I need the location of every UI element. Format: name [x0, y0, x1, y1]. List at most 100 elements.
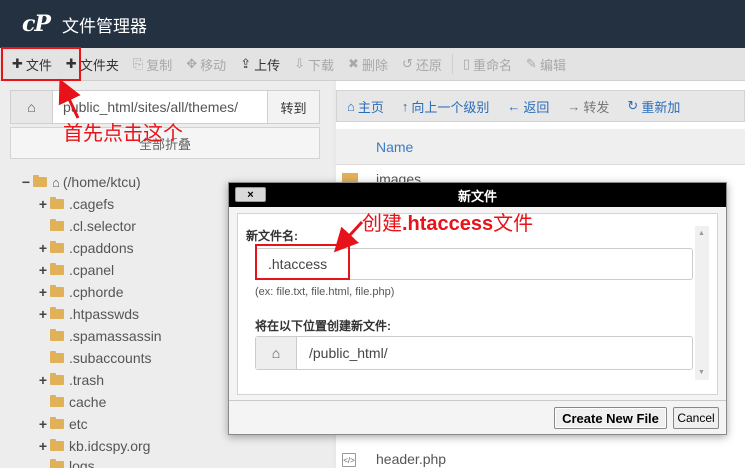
level-up-icon: ↑ — [401, 98, 409, 114]
expand-toggle[interactable]: + — [37, 262, 49, 278]
download-button[interactable]: ⇩ 下载 — [287, 48, 341, 81]
tree-item[interactable]: + .trash — [37, 369, 104, 391]
back-icon: ← — [507, 98, 521, 114]
edit-button[interactable]: ✎ 编辑 — [519, 48, 573, 81]
folder-icon — [50, 219, 64, 231]
upload-button[interactable]: ⇪ 上传 — [233, 48, 287, 81]
location-label: 将在以下位置创建新文件: — [255, 319, 391, 333]
tree-item[interactable]: + etc — [37, 413, 88, 435]
php-file-icon: </> — [342, 453, 356, 467]
folder-icon — [50, 439, 64, 451]
annotation-step2-suffix: 文件 — [493, 213, 534, 235]
forward-button[interactable]: → 转发 — [567, 97, 609, 116]
tree-item[interactable]: .cl.selector — [37, 215, 136, 237]
dialog-scrollbar[interactable]: ▲ ▼ — [695, 226, 709, 380]
toolbar-divider — [451, 54, 453, 74]
tree-item[interactable]: .spamassassin — [37, 325, 162, 347]
app-title: 文件管理器 — [61, 16, 147, 36]
up-one-level-button[interactable]: ↑ 向上一个级别 — [402, 97, 490, 116]
folder-icon — [50, 307, 64, 319]
home-icon: ⌂ — [347, 98, 355, 114]
tree-item-label: .cl.selector — [69, 218, 136, 234]
annotation-step1: 首先点击这个 — [63, 123, 183, 145]
tree-item-label: .cphorde — [69, 284, 124, 300]
folder-icon — [50, 329, 64, 341]
collapse-toggle[interactable]: − — [20, 174, 32, 190]
rename-button[interactable]: ▯ 重命名 — [456, 48, 519, 81]
filename-hint: (ex: file.txt, file.html, file.php) — [255, 286, 395, 298]
tree-item-root[interactable]: − ⌂ (/home/ktcu) — [20, 171, 141, 193]
annotation-step2-prefix: 创建 — [362, 213, 402, 235]
dialog-divider — [229, 400, 726, 401]
location-field: ⌂ /public_html/ — [255, 336, 693, 370]
reload-icon: ↻ — [627, 98, 639, 113]
tree-item-label: .trash — [69, 372, 105, 388]
tree-item[interactable]: cache — [37, 391, 106, 413]
go-button[interactable]: 转到 — [267, 91, 319, 123]
annotation-step2: 创建.htaccess文件 — [362, 207, 533, 236]
cancel-button[interactable]: Cancel — [673, 407, 719, 429]
tree-item-label: etc — [69, 416, 88, 432]
home-button[interactable]: ⌂ 主页 — [347, 97, 384, 116]
expand-toggle[interactable]: + — [37, 306, 49, 322]
forward-icon: → — [567, 98, 581, 114]
home-icon[interactable]: ⌂ — [11, 91, 53, 123]
move-icon: ✥ — [186, 56, 198, 71]
folder-open-icon — [33, 175, 47, 187]
restore-icon: ↺ — [401, 56, 413, 71]
folder-icon — [50, 459, 64, 468]
tree-item[interactable]: + .cphorde — [37, 281, 124, 303]
folder-icon — [50, 197, 64, 209]
tree-item-label: kb.idcspy.org — [69, 438, 151, 454]
name-column-header[interactable]: Name — [336, 129, 745, 165]
move-button[interactable]: ✥ 移动 — [179, 48, 233, 81]
folder-icon — [50, 417, 64, 429]
restore-button[interactable]: ↺ 还原 — [395, 48, 449, 81]
rename-icon: ▯ — [462, 56, 471, 71]
tree-item-label: .cagefs — [69, 196, 115, 212]
expand-toggle[interactable]: + — [37, 438, 49, 454]
tree-item[interactable]: + .cpaddons — [37, 237, 134, 259]
expand-toggle[interactable]: + — [37, 416, 49, 432]
location-input[interactable]: /public_html/ — [297, 337, 692, 369]
edit-icon: ✎ — [526, 56, 537, 71]
folder-icon — [50, 241, 64, 253]
tree-item[interactable]: + .cpanel — [37, 259, 114, 281]
folder-icon — [50, 285, 64, 297]
tree-item[interactable]: + kb.idcspy.org — [37, 435, 151, 457]
expand-toggle[interactable]: + — [37, 372, 49, 388]
folder-icon — [50, 351, 64, 363]
column-label: Name — [376, 138, 414, 155]
cpanel-logo: cP — [22, 11, 51, 37]
highlight-box-file-button — [1, 47, 81, 81]
file-row[interactable]: </> header.php — [336, 447, 745, 468]
back-button[interactable]: ← 返回 — [507, 97, 549, 116]
main-toolbar: ✚ 文件 ✚ 文件夹 ⎘ 复制 ✥ 移动 ⇪ 上传 ⇩ 下载 ✖ 删除 ↺ 还原 ▯ 重命名 ✎ 编… — [0, 48, 745, 81]
scroll-down-icon[interactable]: ▼ — [698, 369, 705, 376]
download-icon: ⇩ — [294, 56, 306, 71]
tree-item-label: cache — [69, 394, 107, 410]
annotation-step2-bold: .htaccess — [402, 213, 494, 235]
reload-button[interactable]: ↻ 重新加 — [627, 97, 680, 116]
copy-icon: ⎘ — [132, 56, 144, 71]
close-button[interactable]: × — [235, 187, 266, 202]
tree-item-label: .cpaddons — [69, 240, 134, 256]
folder-icon — [50, 263, 64, 275]
expand-toggle[interactable]: + — [37, 284, 49, 300]
delete-button[interactable]: ✖ 删除 — [341, 48, 395, 81]
home-icon: ⌂ — [52, 174, 60, 190]
folder-icon — [50, 373, 64, 385]
tree-item[interactable]: + .cagefs — [37, 193, 114, 215]
tree-item[interactable]: + .htpasswds — [37, 303, 139, 325]
expand-toggle[interactable]: + — [37, 240, 49, 256]
tree-item[interactable]: .subaccounts — [37, 347, 152, 369]
scroll-up-icon[interactable]: ▲ — [698, 230, 705, 237]
delete-icon: ✖ — [348, 56, 359, 71]
tree-item-label: logs — [69, 458, 95, 468]
tree-item-label: .subaccounts — [69, 350, 152, 366]
expand-toggle[interactable]: + — [37, 196, 49, 212]
create-new-file-button[interactable]: Create New File — [554, 407, 667, 429]
tree-item[interactable]: logs — [37, 455, 95, 468]
tree-item-label: (/home/ktcu) — [62, 174, 141, 190]
copy-button[interactable]: ⎘ 复制 — [126, 48, 179, 81]
